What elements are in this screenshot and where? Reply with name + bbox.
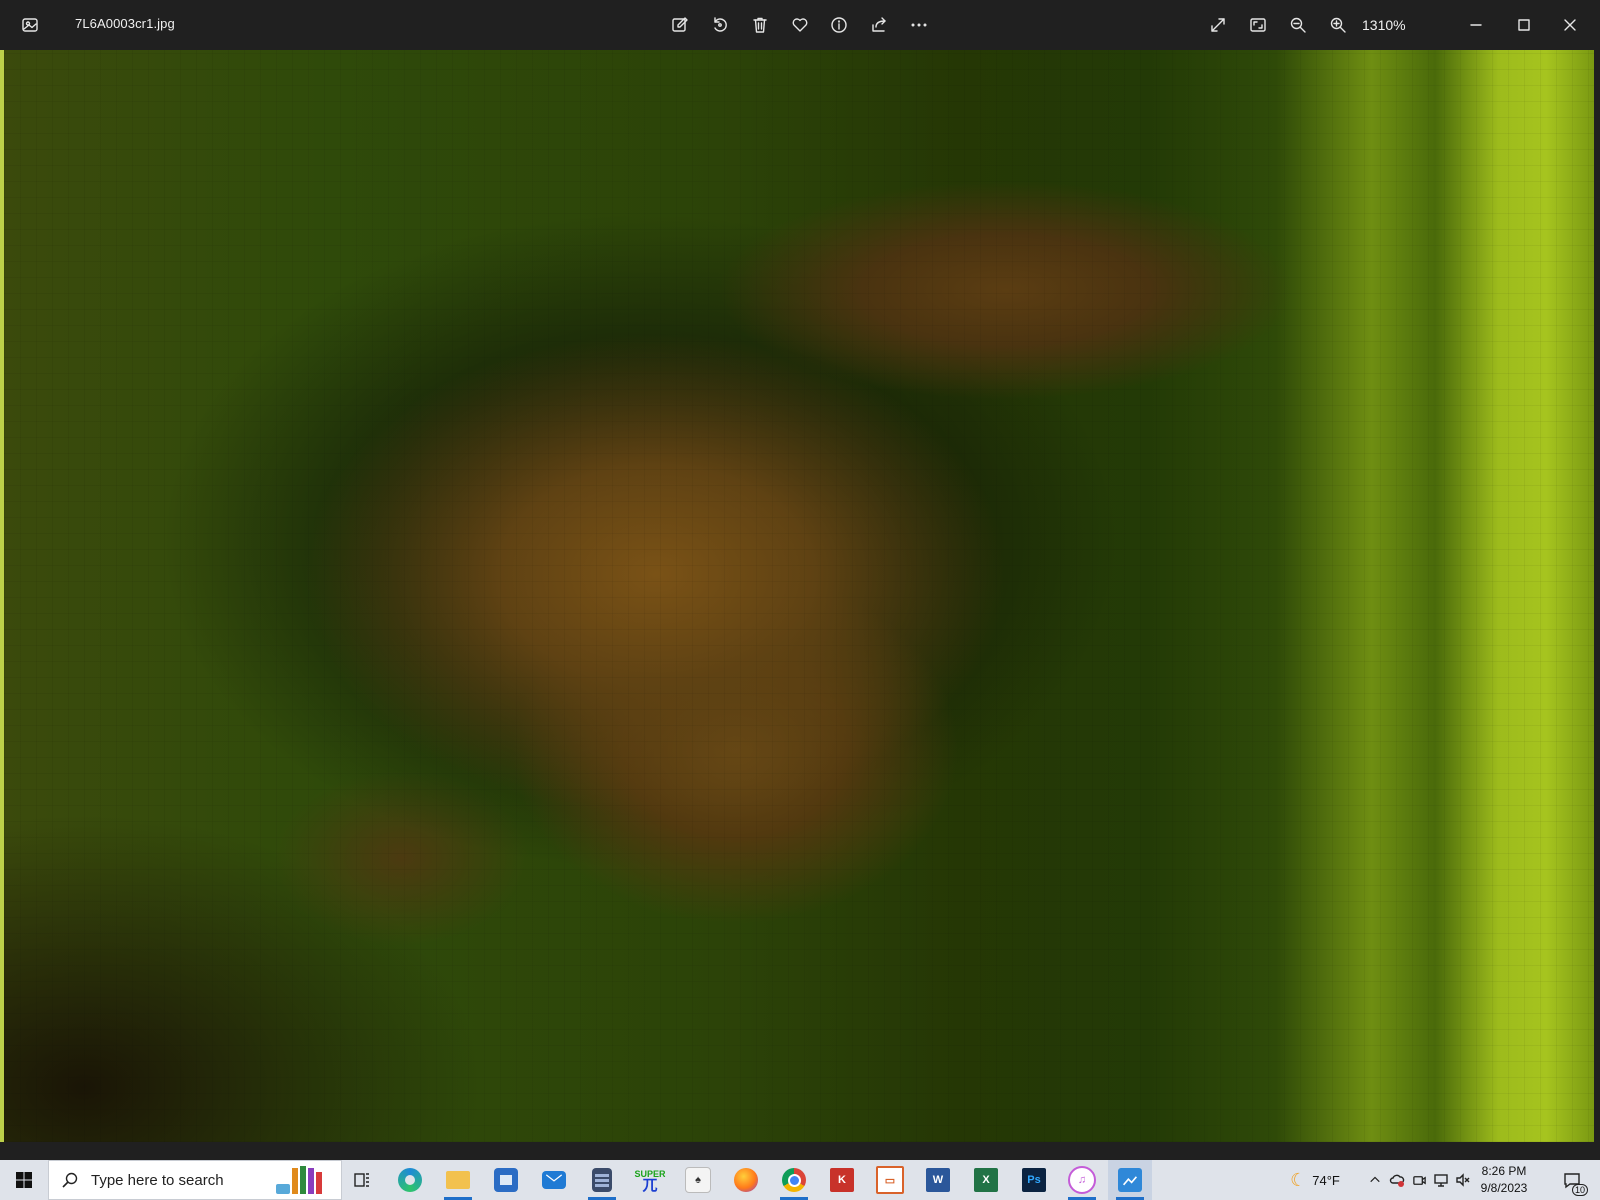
- full-screen-icon[interactable]: [1202, 10, 1234, 40]
- super-icon[interactable]: SUPER 兀: [628, 1160, 672, 1200]
- file-explorer-icon[interactable]: [436, 1160, 480, 1200]
- show-hidden-icons-chevron-icon[interactable]: [1364, 1160, 1386, 1200]
- photoshop-label: Ps: [1022, 1168, 1046, 1192]
- title-bar: 7L6A0003cr1.jpg 1310%: [0, 0, 1600, 50]
- favorite-heart-icon[interactable]: [784, 10, 816, 40]
- delete-icon[interactable]: [744, 10, 776, 40]
- photos-icon[interactable]: [1108, 1160, 1152, 1200]
- zoom-level-readout: 1310%: [1362, 17, 1406, 33]
- solitaire-icon[interactable]: ♠: [676, 1160, 720, 1200]
- maximize-icon[interactable]: [1508, 10, 1540, 40]
- weather-temperature: 74°F: [1312, 1172, 1340, 1188]
- start-button[interactable]: [0, 1160, 48, 1200]
- photo-image-view[interactable]: [4, 50, 1594, 1142]
- network-icon[interactable]: [1430, 1160, 1452, 1200]
- rotate-icon[interactable]: [704, 10, 736, 40]
- file-name-title: 7L6A0003cr1.jpg: [75, 16, 175, 31]
- chrome-icon[interactable]: [772, 1160, 816, 1200]
- windows-taskbar: SUPER 兀 ♠ K ▭ W X Ps ♫ ☾ 74°F: [0, 1160, 1600, 1200]
- super-glyph: 兀: [642, 1177, 658, 1194]
- firefox-icon[interactable]: [724, 1160, 768, 1200]
- share-icon[interactable]: [863, 10, 895, 40]
- calculator-icon[interactable]: [580, 1160, 624, 1200]
- notification-center-button[interactable]: 10: [1550, 1160, 1594, 1200]
- file-info-icon[interactable]: [823, 10, 855, 40]
- excel-label: X: [974, 1168, 998, 1192]
- word-label: W: [926, 1168, 950, 1192]
- store-icon[interactable]: [484, 1160, 528, 1200]
- mail-icon[interactable]: [532, 1160, 576, 1200]
- photos-app-window: 7L6A0003cr1.jpg 1310%: [0, 0, 1600, 1160]
- itunes-icon[interactable]: ♫: [1060, 1160, 1104, 1200]
- edit-image-icon[interactable]: [664, 10, 696, 40]
- task-view-icon[interactable]: [340, 1160, 384, 1200]
- weather-widget[interactable]: ☾ 74°F: [1280, 1160, 1350, 1200]
- zoom-in-icon[interactable]: [1322, 10, 1354, 40]
- moon-icon: ☾: [1290, 1169, 1307, 1190]
- clock-time: 8:26 PM: [1481, 1164, 1527, 1178]
- excel-icon[interactable]: X: [964, 1160, 1008, 1200]
- library-books-icon[interactable]: [258, 1160, 340, 1200]
- photos-app-icon: [14, 10, 46, 40]
- zoom-out-icon[interactable]: [1282, 10, 1314, 40]
- clock-date: 9/8/2023: [1480, 1181, 1528, 1195]
- search-icon: [62, 1172, 78, 1188]
- minimize-icon[interactable]: [1460, 10, 1492, 40]
- notification-count: 10: [1571, 1184, 1588, 1196]
- windows-logo-icon: [16, 1172, 32, 1188]
- word-icon[interactable]: W: [916, 1160, 960, 1200]
- taskbar-clock[interactable]: 8:26 PM 9/8/2023: [1466, 1160, 1542, 1200]
- cloud-sync-error-icon[interactable]: [1386, 1160, 1408, 1200]
- meet-now-icon[interactable]: [1408, 1160, 1430, 1200]
- fit-to-window-icon[interactable]: [1242, 10, 1274, 40]
- see-more-icon[interactable]: [903, 10, 935, 40]
- close-icon[interactable]: [1554, 10, 1586, 40]
- edge-icon[interactable]: [388, 1160, 432, 1200]
- app-red-icon[interactable]: K: [820, 1160, 864, 1200]
- photoshop-icon[interactable]: Ps: [1012, 1160, 1056, 1200]
- app-orange-icon[interactable]: ▭: [868, 1160, 912, 1200]
